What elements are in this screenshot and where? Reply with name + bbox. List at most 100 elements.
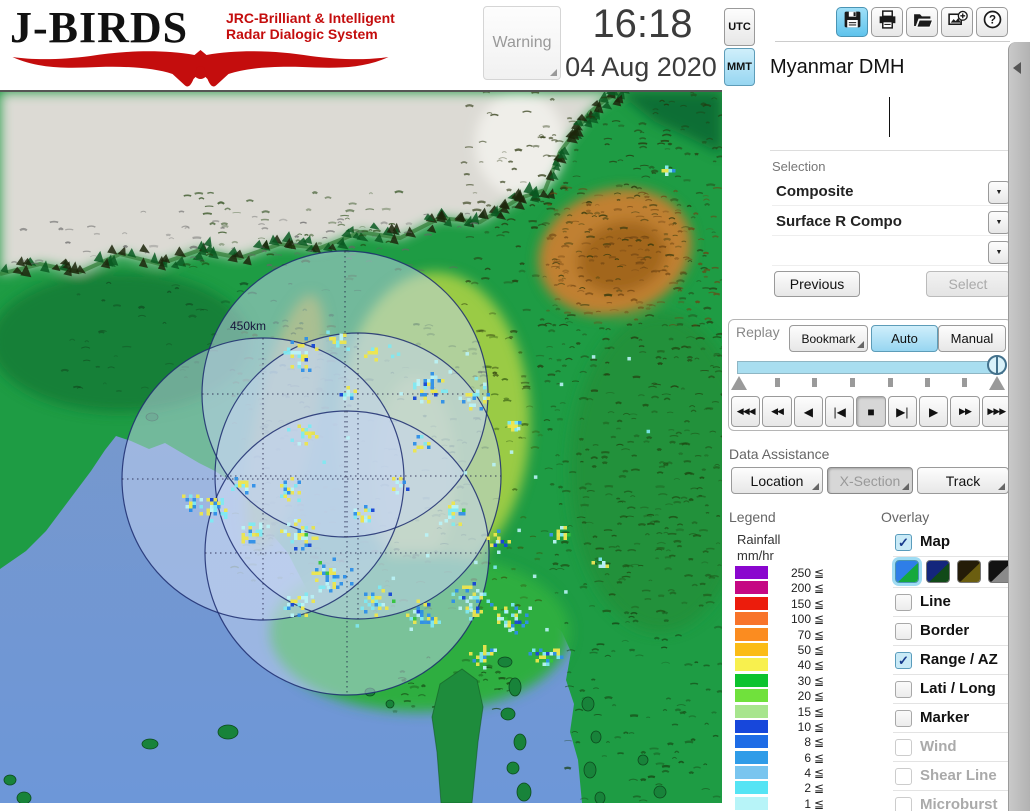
legend-value: 2 xyxy=(804,781,811,796)
legend-label: Legend xyxy=(729,509,776,525)
slider-tick xyxy=(775,378,780,387)
rewind-2-button[interactable]: ◀◀ xyxy=(762,396,792,427)
forward-3-button[interactable]: ▶▶▶ xyxy=(981,396,1011,427)
checkbox[interactable]: ✓ xyxy=(895,652,912,669)
save-button[interactable] xyxy=(836,7,868,37)
auto-button[interactable]: Auto xyxy=(871,325,938,352)
slider-tick xyxy=(962,378,967,387)
x-section-button[interactable]: X-Section xyxy=(827,467,913,494)
print-button[interactable] xyxy=(871,7,903,37)
overlay-item-marker[interactable]: Marker xyxy=(893,704,1010,733)
radar-map[interactable]: 450km xyxy=(0,92,722,803)
clock-time: 16:18 xyxy=(592,2,693,46)
overlay-item-label: Marker xyxy=(920,709,970,726)
overlay-item-microburst[interactable]: Microburst xyxy=(893,791,1010,811)
slider-tick xyxy=(888,378,893,387)
legend-value: 200 xyxy=(790,581,811,596)
slider-tick xyxy=(850,378,855,387)
legend-value: 20 xyxy=(797,689,811,704)
legend-value: 150 xyxy=(790,596,811,611)
dropdown-arrow-icon[interactable]: ▼ xyxy=(988,181,1010,204)
overlay-item-range-az[interactable]: ✓ Range / AZ xyxy=(893,646,1010,675)
warning-button[interactable]: Warning xyxy=(483,6,561,80)
dropdown-arrow-icon[interactable]: ▼ xyxy=(988,241,1010,264)
replay-slider-track[interactable] xyxy=(737,361,1003,374)
overlay-item-border[interactable]: Border xyxy=(893,617,1010,646)
play-button[interactable]: ▶ xyxy=(918,396,949,427)
legend-value: 40 xyxy=(797,658,811,673)
manual-button[interactable]: Manual xyxy=(938,325,1006,352)
overlay-item-label: Range / AZ xyxy=(920,651,998,668)
legend-value: 30 xyxy=(797,673,811,688)
bookmark-button[interactable]: Bookmark xyxy=(789,325,868,352)
legend-operator: ≦ xyxy=(814,658,825,673)
legend-color-swatch xyxy=(735,658,768,672)
map-style-dark-olive[interactable] xyxy=(957,560,981,583)
legend-operator: ≦ xyxy=(814,673,825,688)
checkbox[interactable] xyxy=(895,623,912,640)
legend-color-swatch xyxy=(735,673,768,687)
overlay-item-lati-long[interactable]: Lati / Long xyxy=(893,675,1010,704)
legend-value: 10 xyxy=(797,719,811,734)
overlay-item-shear-line[interactable]: Shear Line xyxy=(893,762,1010,791)
add-image-button[interactable] xyxy=(941,7,973,37)
forward-2-button[interactable]: ▶▶ xyxy=(950,396,980,427)
logo-tagline-line2: Radar Dialogic System xyxy=(226,26,378,43)
dropdown-arrow-icon[interactable]: ▼ xyxy=(988,211,1010,234)
legend-color-swatch xyxy=(735,781,768,795)
legend-operator: ≦ xyxy=(814,766,825,781)
slider-end-marker[interactable] xyxy=(989,376,1005,390)
overlay-item-map[interactable]: ✓ Map xyxy=(893,528,1010,557)
help-button[interactable]: ? xyxy=(976,7,1008,37)
previous-button[interactable]: Previous xyxy=(774,271,860,297)
checkbox[interactable]: ✓ xyxy=(895,534,912,551)
playback-controls: ◀◀◀ ◀◀ ◀ |◀ ■ ▶| ▶ ▶▶ ▶▶▶ xyxy=(731,396,1011,427)
selection-dropdown-1[interactable]: Surface R Compo ▼ xyxy=(772,210,1010,236)
selection-dropdown-2[interactable]: ▼ xyxy=(772,240,1010,266)
overlay-item-wind[interactable]: Wind xyxy=(893,733,1010,762)
checkbox[interactable] xyxy=(895,594,912,611)
step-forward-button[interactable]: ▶| xyxy=(887,396,917,427)
checkbox xyxy=(895,768,912,785)
open-button[interactable] xyxy=(906,7,938,37)
location-button[interactable]: Location xyxy=(731,467,823,494)
toolbar: ? xyxy=(836,7,1010,39)
panel-collapse-strip[interactable] xyxy=(1008,42,1030,811)
legend-operator: ≦ xyxy=(814,719,825,734)
legend-color-swatch xyxy=(735,612,768,626)
map-style-navy-darkgreen[interactable] xyxy=(926,560,950,583)
checkbox[interactable] xyxy=(895,710,912,727)
legend-color-swatch xyxy=(735,719,768,733)
legend-value: 50 xyxy=(797,642,811,657)
legend-color-swatch xyxy=(735,796,768,810)
replay-slider-thumb[interactable] xyxy=(987,355,1007,375)
map-style-blue-green[interactable] xyxy=(895,560,919,583)
stop-button[interactable]: ■ xyxy=(856,396,886,427)
select-button[interactable]: Select xyxy=(926,271,1010,297)
svg-text:?: ? xyxy=(988,15,995,27)
utc-button[interactable]: UTC xyxy=(724,8,755,46)
data-assistance-label: Data Assistance xyxy=(729,446,830,462)
overlay-list: ✓ Map Line Border ✓ Range / AZ Lati / Long Mark… xyxy=(893,528,1012,811)
folder-open-icon xyxy=(912,9,933,35)
logo-tagline: JRC-Brilliant & Intelligent Radar Dialog… xyxy=(226,10,395,42)
checkbox[interactable] xyxy=(895,681,912,698)
jbirds-logo: J-BIRDS JRC-Brilliant & Intelligent Rada… xyxy=(8,2,408,87)
legend-unit-line1: Rainfall xyxy=(737,532,781,547)
legend-color-swatch xyxy=(735,642,768,656)
mmt-button[interactable]: MMT xyxy=(724,48,755,86)
step-back-button[interactable]: |◀ xyxy=(824,396,855,427)
printer-icon xyxy=(877,9,898,35)
legend-operator: ≦ xyxy=(814,781,825,796)
legend-value: 100 xyxy=(790,612,811,627)
legend-operator: ≦ xyxy=(814,796,825,811)
slider-tick xyxy=(812,378,817,387)
legend-value: 4 xyxy=(804,766,811,781)
selection-dropdown-0[interactable]: Composite ▼ xyxy=(772,180,1010,206)
rewind-3-button[interactable]: ◀◀◀ xyxy=(731,396,761,427)
track-button[interactable]: Track xyxy=(917,467,1009,494)
overlay-item-line[interactable]: Line xyxy=(893,588,1010,617)
map-view[interactable]: 450km xyxy=(0,90,722,803)
slider-start-marker[interactable] xyxy=(731,376,747,390)
reverse-play-button[interactable]: ◀ xyxy=(793,396,823,427)
